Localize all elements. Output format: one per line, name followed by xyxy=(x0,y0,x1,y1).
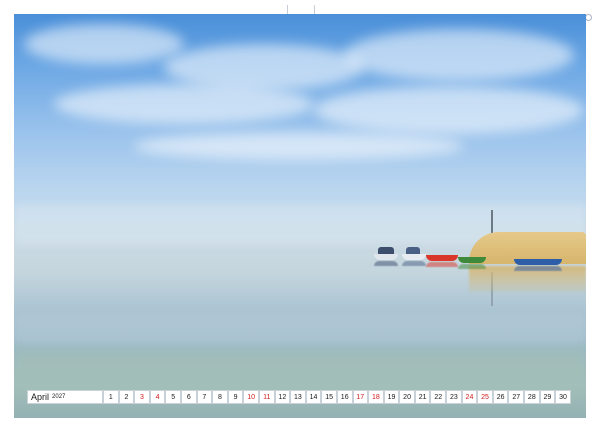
day-cell: 13 xyxy=(290,390,306,404)
cloud xyxy=(344,29,574,81)
day-number: 23 xyxy=(449,394,458,401)
day-cell: 18 xyxy=(368,390,384,404)
day-cell: 11 xyxy=(258,390,275,404)
day-number: 24 xyxy=(465,394,474,401)
boat xyxy=(426,255,458,261)
day-cell: 10 xyxy=(243,390,259,404)
day-cell: 30 xyxy=(555,390,571,404)
month-name: April xyxy=(31,392,50,402)
day-cell: 29 xyxy=(539,390,556,404)
day-number: 15 xyxy=(325,394,333,401)
day-cell: 28 xyxy=(524,390,540,404)
day-cell: 27 xyxy=(508,390,525,404)
day-number: 12 xyxy=(278,394,287,401)
day-cell: 2 xyxy=(118,390,135,404)
day-number: 17 xyxy=(356,394,365,401)
day-number: 19 xyxy=(387,394,396,401)
day-number: 18 xyxy=(371,394,380,401)
day-number: 11 xyxy=(263,394,271,401)
day-number: 14 xyxy=(309,394,318,401)
day-number: 30 xyxy=(559,394,567,401)
cloud xyxy=(314,86,584,134)
day-number: 6 xyxy=(186,394,191,401)
day-number: 20 xyxy=(403,394,411,401)
day-number: 8 xyxy=(218,394,222,401)
day-cell: 9 xyxy=(227,390,244,404)
day-number: 22 xyxy=(434,394,443,401)
day-cell: 15 xyxy=(321,390,337,404)
year: 2027 xyxy=(52,394,66,400)
month-label-box: April 2027 xyxy=(27,390,103,404)
day-number: 26 xyxy=(496,394,505,401)
day-cell: 16 xyxy=(336,390,353,404)
day-number: 25 xyxy=(481,394,489,401)
lake-photo xyxy=(14,14,586,418)
day-cell: 14 xyxy=(305,390,322,404)
cloud xyxy=(54,84,314,124)
boat xyxy=(402,254,426,260)
day-cell: 1 xyxy=(103,390,119,404)
day-number: 16 xyxy=(340,394,349,401)
boat-reflection xyxy=(402,261,426,266)
day-cell: 5 xyxy=(165,390,181,404)
day-cell: 25 xyxy=(477,390,493,404)
day-cell: 12 xyxy=(274,390,291,404)
day-number: 9 xyxy=(233,394,238,401)
day-number: 10 xyxy=(247,394,256,401)
day-cell: 21 xyxy=(414,390,431,404)
boat-reflection xyxy=(514,266,562,271)
boat xyxy=(374,254,398,260)
day-number: 2 xyxy=(124,394,129,401)
day-cell: 22 xyxy=(430,390,447,404)
boat-reflection xyxy=(458,264,486,269)
boat xyxy=(514,259,562,265)
day-number: 4 xyxy=(155,394,160,401)
calendar-strip: April 2027 1 2 3 4 5 6 7 8 9 10 11 12 13 14 15 16 17 18 19… xyxy=(27,390,571,404)
day-cell: 6 xyxy=(180,390,197,404)
day-number: 13 xyxy=(294,394,302,401)
day-cell: 23 xyxy=(446,390,462,404)
day-number: 1 xyxy=(108,394,113,401)
boat xyxy=(458,257,486,263)
day-cell: 7 xyxy=(196,390,213,404)
boat-reflection xyxy=(426,262,458,267)
day-number: 28 xyxy=(527,394,536,401)
day-cell: 17 xyxy=(352,390,369,404)
day-cell: 8 xyxy=(212,390,228,404)
cloud xyxy=(24,24,184,64)
day-cell: 19 xyxy=(383,390,400,404)
day-cell: 26 xyxy=(492,390,509,404)
binding-hole xyxy=(585,14,592,21)
day-cell: 24 xyxy=(461,390,478,404)
water-reflection xyxy=(14,314,586,344)
day-number: 21 xyxy=(418,394,427,401)
day-number: 3 xyxy=(140,394,144,401)
day-number: 27 xyxy=(512,394,521,401)
day-number: 7 xyxy=(202,394,207,401)
day-cell: 4 xyxy=(149,390,166,404)
day-cell: 20 xyxy=(399,390,415,404)
cloud xyxy=(134,132,464,160)
day-cells: 1 2 3 4 5 6 7 8 9 10 11 12 13 14 15 16 17 18 19 20 21 22 23 24 2… xyxy=(103,390,571,404)
day-cell: 3 xyxy=(134,390,150,404)
water-reflection xyxy=(14,349,586,377)
boat-reflection xyxy=(374,261,398,266)
day-number: 29 xyxy=(543,394,552,401)
day-number: 5 xyxy=(171,394,176,401)
